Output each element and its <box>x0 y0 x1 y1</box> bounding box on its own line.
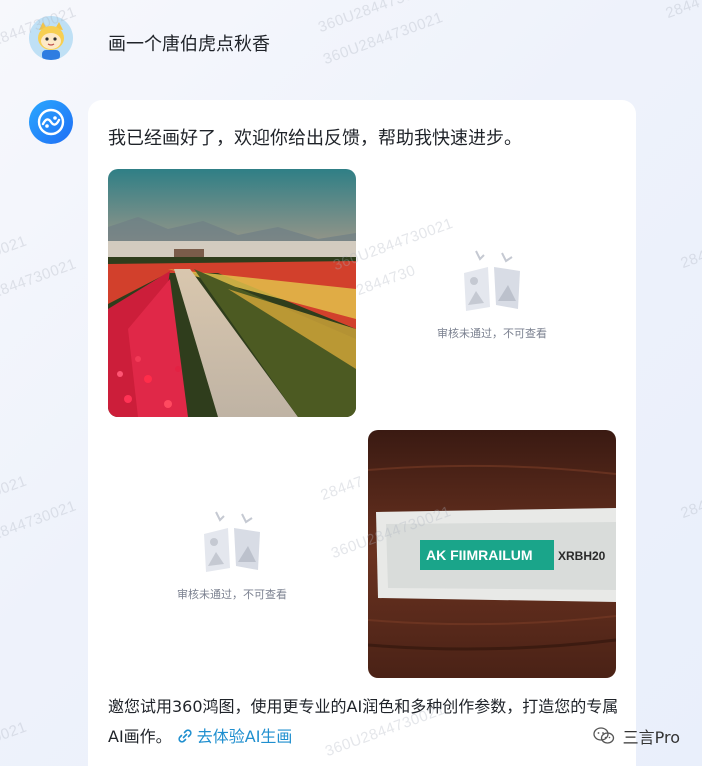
broken-image-icon <box>204 511 260 572</box>
generated-image-3-blocked: 审核未通过，不可查看 <box>108 430 356 678</box>
assistant-avatar <box>29 100 73 144</box>
generated-image-4[interactable]: AK FIIMRAILUM XRBH20 <box>368 430 616 678</box>
link-icon <box>178 729 192 743</box>
flower-field-image <box>108 169 356 417</box>
generated-image-2-blocked: 审核未通过，不可查看 <box>368 169 616 417</box>
nameplate-sign-code: XRBH20 <box>558 549 606 563</box>
assistant-message-bubble: 我已经画好了，欢迎你给出反馈，帮助我快速进步。 审核未通过，不可查看 审核未通过… <box>88 100 636 766</box>
brand-signature: 三言Pro <box>592 724 680 748</box>
assistant-intro-text: 我已经画好了，欢迎你给出反馈，帮助我快速进步。 <box>108 128 522 149</box>
watermark-text: 2844730021 <box>0 255 79 302</box>
watermark-text: 2844730021 <box>0 497 79 544</box>
cartoon-avatar-icon <box>29 16 73 60</box>
broken-image-icon <box>464 250 520 311</box>
brand-label: 三言Pro <box>622 728 680 747</box>
watermark-text: 360U2844730021 <box>320 8 446 69</box>
nameplate-image: AK FIIMRAILUM XRBH20 <box>368 430 616 678</box>
wechat-icon <box>592 727 614 744</box>
nameplate-sign-text: AK FIIMRAILUM <box>426 547 533 563</box>
blocked-image-label: 审核未通过，不可查看 <box>437 327 547 340</box>
assistant-logo-icon <box>37 108 65 136</box>
watermark-text: 360U2844730021 <box>315 0 441 37</box>
watermark-text: 0021 <box>0 472 30 501</box>
user-message-text: 画一个唐伯虎点秋香 <box>108 34 270 55</box>
assistant-footer: 邀您试用360鸿图，使用更专业的AI润色和多种创作参数，打造您的专属AI画作。 … <box>108 692 620 752</box>
user-avatar <box>29 16 73 60</box>
watermark-text: 28447 <box>678 240 702 273</box>
watermark-text: 28447 <box>678 490 702 523</box>
watermark-text: 0021 <box>0 232 30 261</box>
try-link-label: 去体验AI生画 <box>196 727 293 746</box>
try-ai-painting-link[interactable]: 去体验AI生画 <box>177 727 293 746</box>
watermark-text: 28447 <box>663 0 702 23</box>
blocked-image-label: 审核未通过，不可查看 <box>177 588 287 601</box>
watermark-text: 0021 <box>0 718 30 747</box>
generated-image-1[interactable] <box>108 169 356 417</box>
